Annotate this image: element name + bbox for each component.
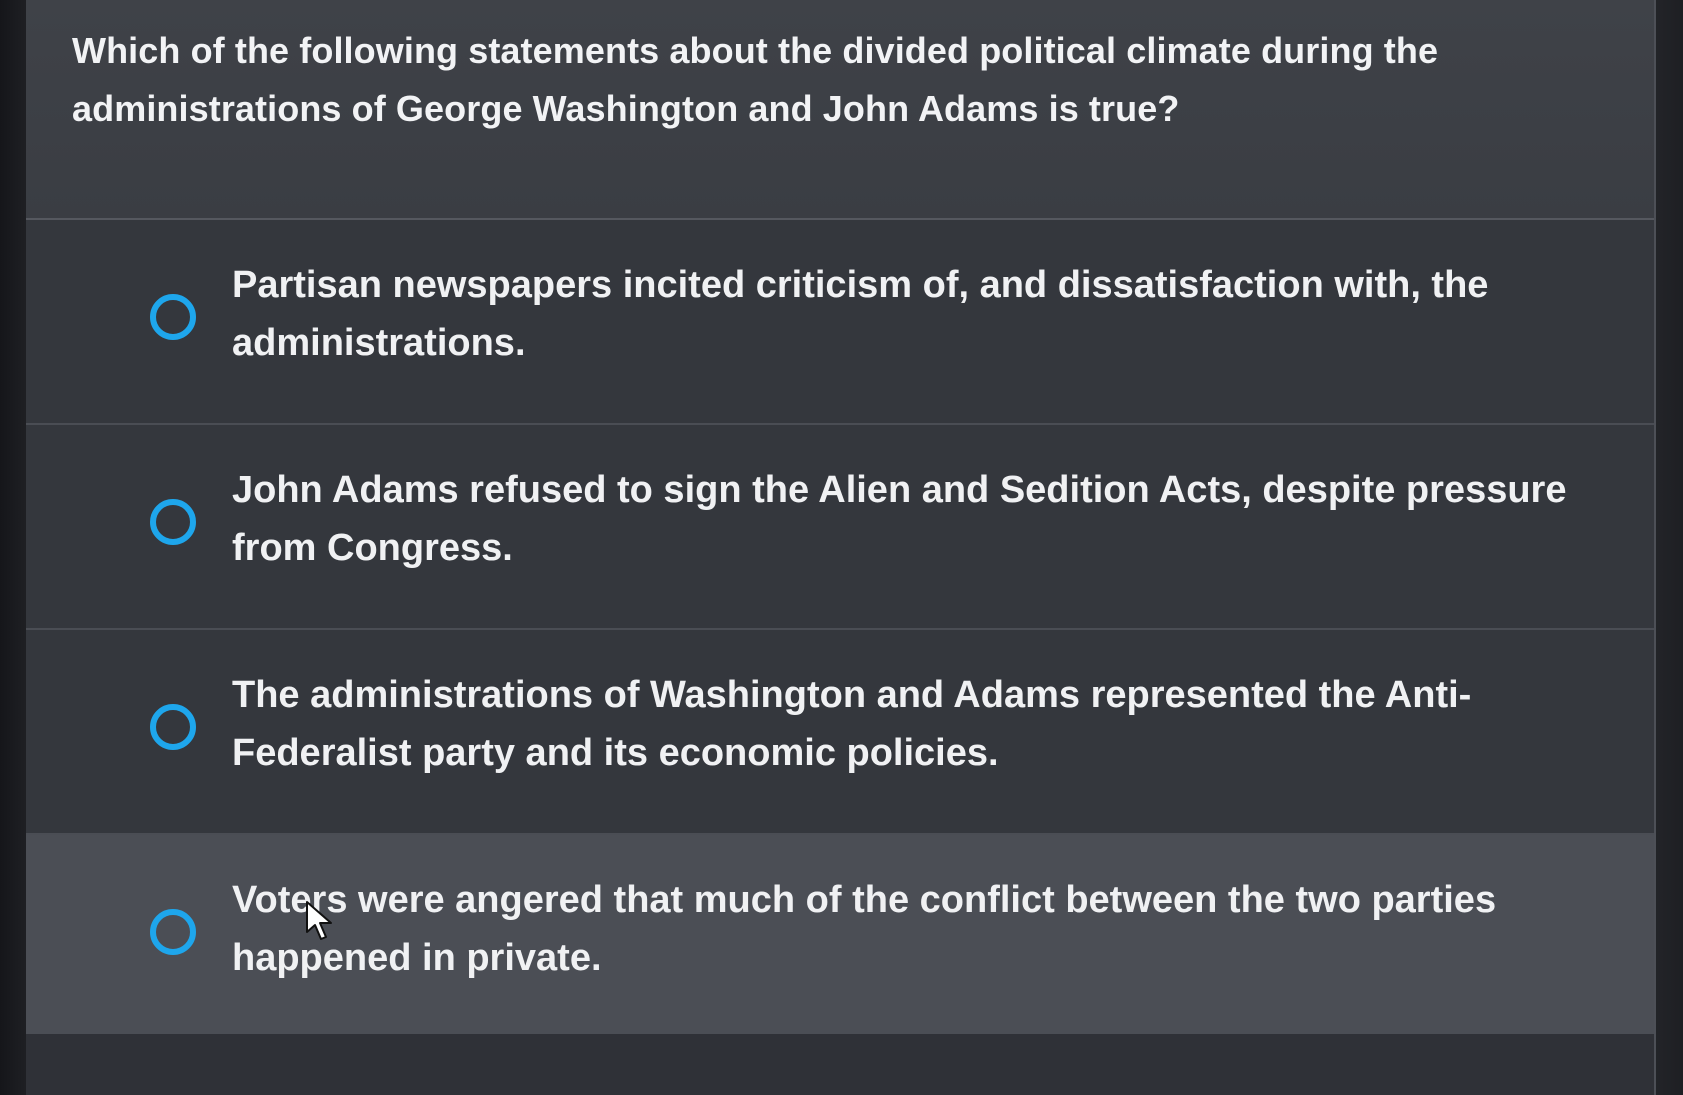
answer-choice-3[interactable]: The administrations of Washington and Ad… xyxy=(26,630,1654,835)
footer-area xyxy=(26,1034,1654,1095)
screen: Which of the following statements about … xyxy=(0,0,1683,1095)
answer-choice-1[interactable]: Partisan newspapers incited criticism of… xyxy=(26,220,1654,425)
mouse-pointer-icon xyxy=(306,901,332,940)
answer-choice-label: Partisan newspapers incited criticism of… xyxy=(232,264,1489,364)
answer-choice-2[interactable]: John Adams refused to sign the Alien and… xyxy=(26,425,1654,630)
answer-choices: Partisan newspapers incited criticism of… xyxy=(26,220,1654,1045)
radio-unselected-icon[interactable] xyxy=(150,499,196,545)
answer-choice-label: John Adams refused to sign the Alien and… xyxy=(232,469,1567,569)
radio-unselected-icon[interactable] xyxy=(150,704,196,750)
radio-unselected-icon[interactable] xyxy=(150,909,196,955)
answer-choice-label: The administrations of Washington and Ad… xyxy=(232,674,1472,774)
question-header: Which of the following statements about … xyxy=(26,0,1654,220)
radio-unselected-icon[interactable] xyxy=(150,294,196,340)
answer-choice-4[interactable]: Voters were angered that much of the con… xyxy=(26,835,1654,1045)
answer-choice-label: Voters were angered that much of the con… xyxy=(232,879,1497,979)
question-panel: Which of the following statements about … xyxy=(26,0,1656,1095)
question-text: Which of the following statements about … xyxy=(72,30,1439,129)
